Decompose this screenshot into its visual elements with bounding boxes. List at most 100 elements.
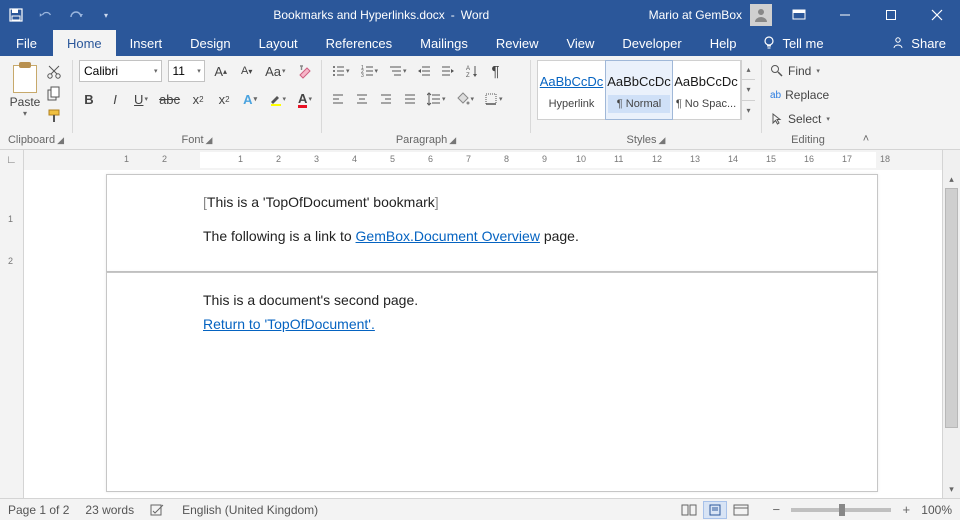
font-color-button[interactable]: A▾ — [295, 88, 315, 110]
align-left-button[interactable] — [328, 88, 348, 110]
tab-home[interactable]: Home — [53, 30, 116, 56]
tab-design[interactable]: Design — [176, 30, 244, 56]
document-canvas[interactable]: This is a 'TopOfDocument' bookmark The f… — [24, 170, 942, 498]
scroll-down-button[interactable]: ▾ — [943, 480, 960, 498]
font-dialog-launcher[interactable]: ◢ — [206, 135, 213, 146]
status-proofing-icon[interactable] — [150, 503, 166, 517]
vertical-scrollbar[interactable]: ▴ ▾ — [942, 170, 960, 498]
scroll-up-button[interactable]: ▴ — [943, 170, 960, 188]
bullets-button[interactable]: ▾ — [328, 60, 353, 82]
paragraph-dialog-launcher[interactable]: ◢ — [449, 135, 456, 146]
multilevel-list-button[interactable]: ▾ — [385, 60, 410, 82]
read-mode-button[interactable] — [677, 501, 701, 519]
italic-button[interactable]: I — [105, 88, 125, 110]
increase-indent-button[interactable] — [438, 60, 458, 82]
hyperlink-gembox-overview[interactable]: GemBox.Document Overview — [356, 228, 540, 244]
bold-button[interactable]: B — [79, 88, 99, 110]
vertical-ruler[interactable]: 1 2 — [0, 170, 24, 498]
user-block[interactable]: Mario at GemBox — [649, 4, 776, 26]
ribbon: Paste ▾ Clipboard◢ Calibri▾ 11▾ A▴ A▾ Aa… — [0, 56, 960, 150]
shrink-font-button[interactable]: A▾ — [237, 60, 257, 82]
subscript-button[interactable]: x2 — [188, 88, 208, 110]
font-name-combo[interactable]: Calibri▾ — [79, 60, 162, 82]
grow-font-button[interactable]: A▴ — [211, 60, 231, 82]
text-effects-button[interactable]: A▾ — [240, 88, 260, 110]
tab-view[interactable]: View — [552, 30, 608, 56]
maximize-button[interactable] — [868, 0, 914, 30]
undo-button[interactable] — [38, 7, 54, 23]
bookmark-text[interactable]: This is a 'TopOfDocument' bookmark — [203, 194, 439, 210]
style-normal[interactable]: AaBbCcDc ¶ Normal — [605, 60, 673, 120]
user-avatar-icon[interactable] — [750, 4, 772, 26]
scroll-thumb[interactable] — [945, 188, 958, 428]
horizontal-ruler[interactable]: 1 2 1 2 3 4 5 6 7 8 9 10 11 12 13 14 15 … — [24, 150, 942, 170]
print-layout-button[interactable] — [703, 501, 727, 519]
replace-button[interactable]: ab Replace — [768, 84, 848, 106]
styles-dialog-launcher[interactable]: ◢ — [659, 135, 666, 146]
shading-button[interactable]: ▾ — [453, 88, 478, 110]
ribbon-display-options-button[interactable] — [776, 0, 822, 30]
share-button[interactable]: Share — [877, 30, 960, 56]
justify-button[interactable] — [400, 88, 420, 110]
web-layout-button[interactable] — [729, 501, 753, 519]
redo-button[interactable] — [68, 7, 84, 23]
format-painter-button[interactable] — [46, 108, 62, 124]
gallery-expand[interactable]: ▾ — [742, 101, 755, 120]
qat-customize-button[interactable]: ▾ — [98, 7, 114, 23]
gallery-scroll-up[interactable]: ▴ — [742, 60, 755, 80]
paste-dropdown-icon[interactable]: ▾ — [23, 109, 27, 118]
zoom-in-button[interactable]: + — [899, 503, 913, 517]
style-hyperlink[interactable]: AaBbCcDc Hyperlink — [538, 61, 606, 119]
find-button[interactable]: Find▾ — [768, 60, 848, 82]
body-text[interactable]: page. — [540, 228, 579, 244]
show-paragraph-marks-button[interactable]: ¶ — [486, 60, 506, 82]
save-button[interactable] — [8, 7, 24, 23]
hyperlink-return-top[interactable]: Return to 'TopOfDocument'. — [203, 316, 375, 332]
tab-references[interactable]: References — [312, 30, 406, 56]
strikethrough-button[interactable]: abc — [157, 88, 182, 110]
close-button[interactable] — [914, 0, 960, 30]
gallery-scroll-down[interactable]: ▾ — [742, 80, 755, 100]
tab-review[interactable]: Review — [482, 30, 553, 56]
style-no-spacing[interactable]: AaBbCcDc ¶ No Spac... — [672, 61, 740, 119]
status-word-count[interactable]: 23 words — [85, 503, 134, 517]
zoom-slider[interactable] — [791, 508, 891, 512]
tell-me-search[interactable]: Tell me — [750, 30, 835, 56]
highlight-button[interactable]: ▾ — [266, 88, 289, 110]
font-size-value: 11 — [172, 64, 184, 78]
collapse-ribbon-button[interactable]: ˄ — [854, 56, 878, 149]
borders-button[interactable]: ▾ — [481, 88, 506, 110]
body-text[interactable]: This is a document's second page. — [203, 289, 859, 313]
tab-layout[interactable]: Layout — [245, 30, 312, 56]
body-text[interactable]: The following is a link to — [203, 228, 356, 244]
tab-insert[interactable]: Insert — [116, 30, 177, 56]
tab-file[interactable]: File — [0, 30, 53, 56]
select-button[interactable]: Select▾ — [768, 108, 848, 130]
align-center-button[interactable] — [352, 88, 372, 110]
superscript-button[interactable]: x2 — [214, 88, 234, 110]
tab-developer[interactable]: Developer — [608, 30, 695, 56]
tab-selector[interactable]: ∟ — [0, 150, 24, 170]
zoom-out-button[interactable]: − — [769, 503, 783, 517]
font-size-combo[interactable]: 11▾ — [168, 60, 204, 82]
decrease-indent-button[interactable] — [414, 60, 434, 82]
status-language[interactable]: English (United Kingdom) — [182, 503, 318, 517]
underline-button[interactable]: U▾ — [131, 88, 151, 110]
tab-mailings[interactable]: Mailings — [406, 30, 482, 56]
status-page[interactable]: Page 1 of 2 — [8, 503, 69, 517]
tab-help[interactable]: Help — [696, 30, 751, 56]
line-spacing-button[interactable]: ▾ — [424, 88, 449, 110]
paste-button[interactable]: Paste ▾ — [6, 60, 44, 132]
clipboard-dialog-launcher[interactable]: ◢ — [57, 135, 64, 146]
cut-button[interactable] — [46, 64, 62, 80]
copy-button[interactable] — [46, 86, 62, 102]
align-right-button[interactable] — [376, 88, 396, 110]
minimize-button[interactable] — [822, 0, 868, 30]
sort-button[interactable]: AZ — [462, 60, 482, 82]
group-label-clipboard: Clipboard — [8, 134, 55, 146]
numbering-button[interactable]: 123▾ — [357, 60, 382, 82]
change-case-button[interactable]: Aa▾ — [263, 60, 288, 82]
clear-formatting-button[interactable] — [294, 60, 315, 82]
zoom-value[interactable]: 100% — [921, 503, 952, 517]
quick-access-toolbar: ▾ — [0, 7, 114, 23]
